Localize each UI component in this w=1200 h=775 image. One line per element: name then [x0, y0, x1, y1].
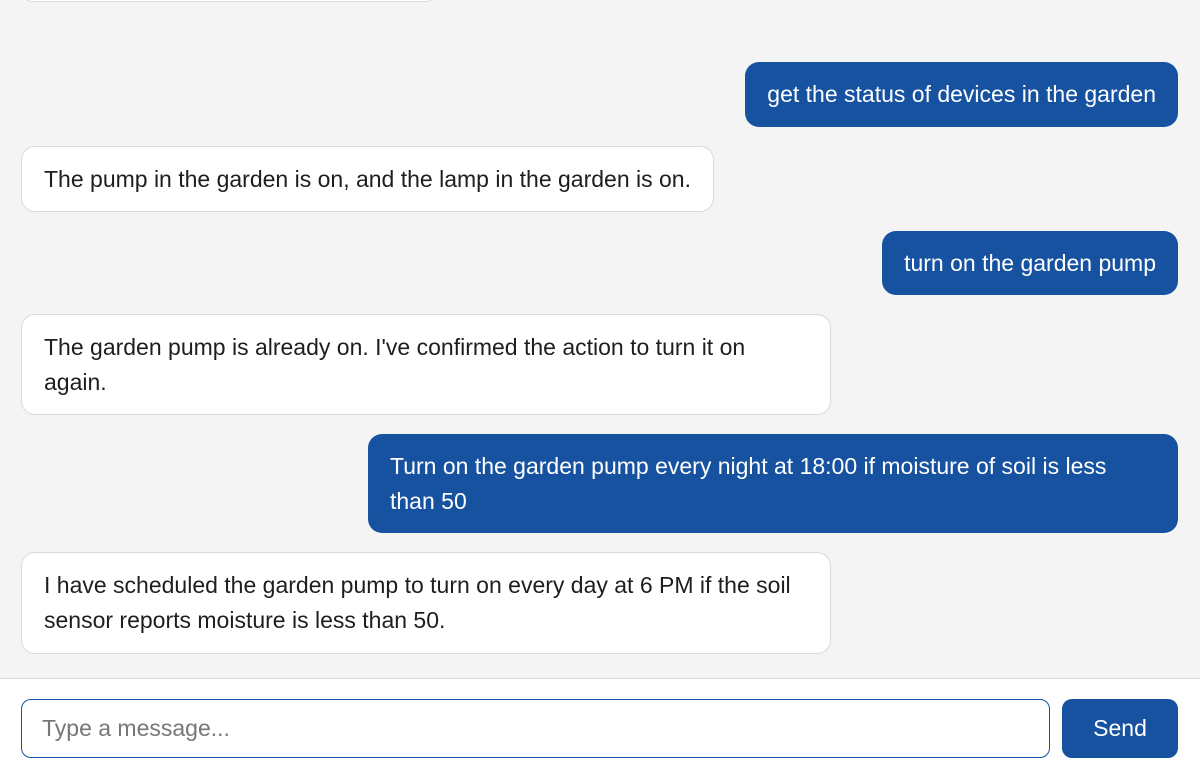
composer-bar: Send: [0, 678, 1200, 775]
send-button[interactable]: Send: [1062, 699, 1178, 758]
message-text: The garden pump is already on. I've conf…: [44, 334, 746, 395]
message-text: Turn on the garden pump every night at 1…: [390, 453, 1107, 514]
user-message-bubble: Turn on the garden pump every night at 1…: [368, 434, 1178, 533]
assistant-message-bubble: The garden pump is already on. I've conf…: [21, 314, 831, 415]
message-text: The pump in the garden is on, and the la…: [44, 166, 691, 192]
message-text: turn on the garden pump: [904, 250, 1156, 276]
user-message-bubble: get the status of devices in the garden: [745, 62, 1178, 127]
partial-message-bubble: [22, 0, 436, 2]
chat-app: get the status of devices in the garden …: [0, 0, 1200, 775]
message-text: get the status of devices in the garden: [767, 81, 1156, 107]
user-message-bubble: turn on the garden pump: [882, 231, 1178, 295]
message-list[interactable]: get the status of devices in the garden …: [0, 0, 1200, 678]
assistant-message-bubble: The pump in the garden is on, and the la…: [21, 146, 714, 212]
assistant-message-bubble: I have scheduled the garden pump to turn…: [21, 552, 831, 654]
message-text: I have scheduled the garden pump to turn…: [44, 572, 791, 633]
message-input[interactable]: [21, 699, 1050, 758]
